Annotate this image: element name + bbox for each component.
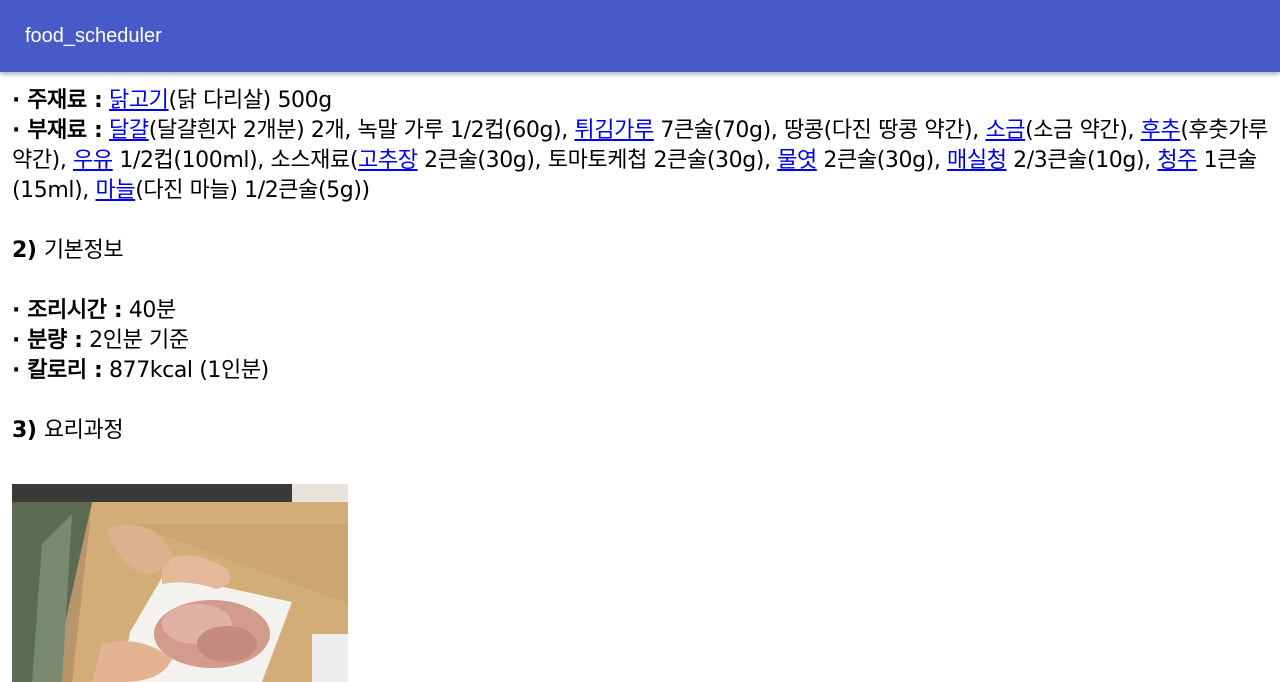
ingredient-detail-text: 2큰술(30g), [816, 148, 948, 173]
ingredient-link[interactable]: 고추장 [358, 148, 418, 173]
ingredient-detail-text: 2/3큰술(10g), [1006, 148, 1158, 173]
ingredient-link-chicken[interactable]: 닭고기 [109, 88, 169, 113]
ingredient-detail-text: 7큰술(70g), 땅콩(다진 땅콩 약간), [653, 118, 986, 143]
section-label: 요리과정 [43, 418, 124, 443]
serving-line: · 분량 : 2인분 기준 [12, 326, 1270, 356]
ingredient-link[interactable]: 후추 [1141, 118, 1181, 143]
calorie-value: 877kcal (1인분) [109, 358, 269, 383]
section-number: 2) [12, 238, 37, 263]
calorie-line: · 칼로리 : 877kcal (1인분) [12, 356, 1270, 386]
sub-ingredient-label: · 부재료 : [12, 118, 103, 143]
recipe-content: · 주재료 : 닭고기(닭 다리살) 500g · 부재료 : 달걀(달걀흰자 … [12, 86, 1270, 446]
section-number: 3) [12, 418, 37, 443]
ingredient-link[interactable]: 튀김가루 [574, 118, 654, 143]
main-ingredient-line: · 주재료 : 닭고기(닭 다리살) 500g [12, 86, 1270, 116]
ingredient-link[interactable]: 소금 [985, 118, 1025, 143]
ingredient-detail-text: (다진 마늘) 1/2큰술(5g)) [135, 178, 370, 203]
section-label: 기본정보 [43, 238, 124, 263]
section-title-basic-info: 2) 기본정보 [12, 236, 1270, 266]
app-title: food_scheduler [25, 25, 162, 47]
app-bar: food_scheduler [0, 0, 1280, 72]
ingredient-link[interactable]: 청주 [1157, 148, 1197, 173]
cook-time-label: · 조리시간 : [12, 298, 123, 323]
serving-label: · 분량 : [12, 328, 83, 353]
ingredient-detail-text: 1/2컵(100ml), 소스재료( [112, 148, 359, 173]
ingredient-detail-text: (달걀흰자 2개분) 2개, 녹말 가루 1/2컵(60g), [148, 118, 575, 143]
ingredient-detail-text: (소금 약간), [1025, 118, 1141, 143]
main-ingredient-label: · 주재료 : [12, 88, 103, 113]
section-title-process: 3) 요리과정 [12, 416, 1270, 446]
ingredient-link[interactable]: 매실청 [947, 148, 1007, 173]
cook-time-line: · 조리시간 : 40분 [12, 296, 1270, 326]
calorie-label: · 칼로리 : [12, 358, 103, 383]
chicken-on-board-image [12, 484, 348, 682]
ingredient-detail-text: 2큰술(30g), 토마토케첩 2큰술(30g), [417, 148, 778, 173]
ingredient-link[interactable]: 우유 [73, 148, 113, 173]
sub-ingredient-line: · 부재료 : 달걀(달걀흰자 2개분) 2개, 녹말 가루 1/2컵(60g)… [12, 116, 1270, 206]
ingredient-link[interactable]: 마늘 [96, 178, 136, 203]
ingredient-link[interactable]: 물엿 [777, 148, 817, 173]
recipe-step-photo [12, 484, 348, 682]
main-ingredient-detail: (닭 다리살) 500g [168, 88, 333, 113]
cook-time-value: 40분 [128, 298, 176, 323]
serving-value: 2인분 기준 [89, 328, 189, 353]
ingredient-link[interactable]: 달걀 [109, 118, 149, 143]
